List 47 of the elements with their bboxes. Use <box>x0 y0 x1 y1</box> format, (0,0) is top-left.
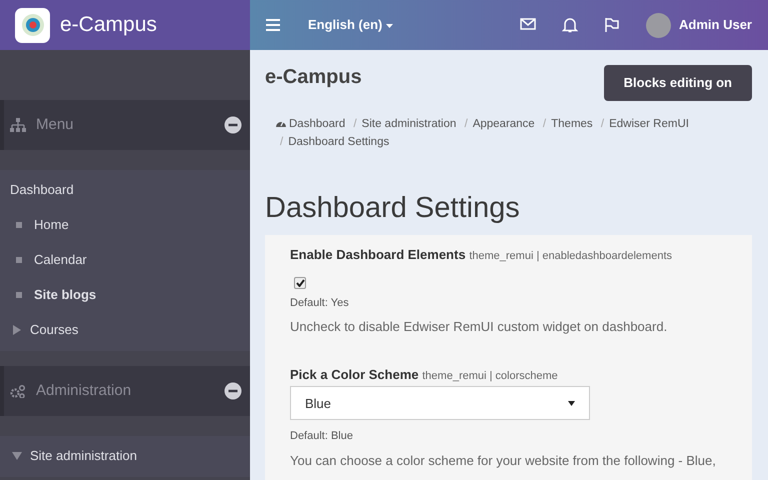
sidebar-link[interactable]: Calendar <box>34 250 87 270</box>
caret-icon <box>568 400 575 406</box>
breadcrumb-link[interactable]: Themes <box>551 118 593 130</box>
blocks-editing-button[interactable]: Blocks editing on <box>604 65 752 100</box>
breadcrumb-separator: / <box>280 136 284 148</box>
setting-default: Default: Yes <box>290 296 350 311</box>
setting-title: Enable Dashboard Elements <box>290 247 466 262</box>
enable-checkbox[interactable] <box>294 276 306 289</box>
block-title: Administration <box>36 380 132 401</box>
setting-default: Default: Blue <box>290 429 354 444</box>
setting-description: You can choose a color scheme for your website from the following - Blue, <box>290 452 717 470</box>
collapse-icon[interactable] <box>224 382 242 400</box>
breadcrumb-separator: / <box>353 118 357 130</box>
setting-key: theme_remui | colorscheme <box>422 370 558 382</box>
breadcrumb-link[interactable]: Dashboard Settings <box>288 136 390 148</box>
breadcrumb-link[interactable]: Appearance <box>472 118 535 130</box>
site-title: e-Campus <box>265 65 362 90</box>
bullet-icon <box>16 222 22 228</box>
sidebar-link[interactable]: Courses <box>30 320 78 340</box>
language-menu[interactable]: English (en) <box>308 15 393 35</box>
block-title: Menu <box>36 114 75 135</box>
gears-icon <box>10 384 26 398</box>
breadcrumb-separator: / <box>600 118 604 130</box>
mail-icon[interactable] <box>520 17 536 33</box>
logo-icon[interactable] <box>15 8 50 42</box>
setting-description: Uncheck to disable Edwiser RemUI custom widget on dashboard. <box>290 318 668 336</box>
breadcrumb-separator: / <box>464 118 468 130</box>
flag-icon[interactable] <box>604 17 620 33</box>
collapse-icon[interactable] <box>224 116 242 134</box>
user-name[interactable]: Admin User <box>679 15 752 35</box>
menu-icon[interactable] <box>266 19 280 31</box>
caret-icon <box>386 24 393 28</box>
breadcrumb-link[interactable]: Site administration <box>362 118 456 130</box>
bullet-icon <box>16 292 22 298</box>
breadcrumb-link[interactable]: Dashboard <box>289 118 346 130</box>
setting-key: theme_remui | enabledashboardelements <box>469 250 672 262</box>
breadcrumb-link[interactable]: Edwiser RemUI <box>609 118 689 130</box>
bell-icon[interactable] <box>562 17 578 33</box>
color-scheme-select[interactable]: Blue <box>290 386 590 420</box>
sitemap-icon <box>10 118 26 132</box>
setting-title: Pick a Color Scheme <box>290 366 419 382</box>
sidebar-link[interactable]: Site blogs <box>34 284 96 304</box>
bullet-icon <box>16 256 22 262</box>
sidebar-link[interactable]: Home <box>34 214 69 234</box>
breadcrumb-separator: / <box>542 118 546 130</box>
sidebar-link[interactable]: Dashboard <box>10 180 74 200</box>
page-heading: Dashboard Settings <box>265 190 521 226</box>
